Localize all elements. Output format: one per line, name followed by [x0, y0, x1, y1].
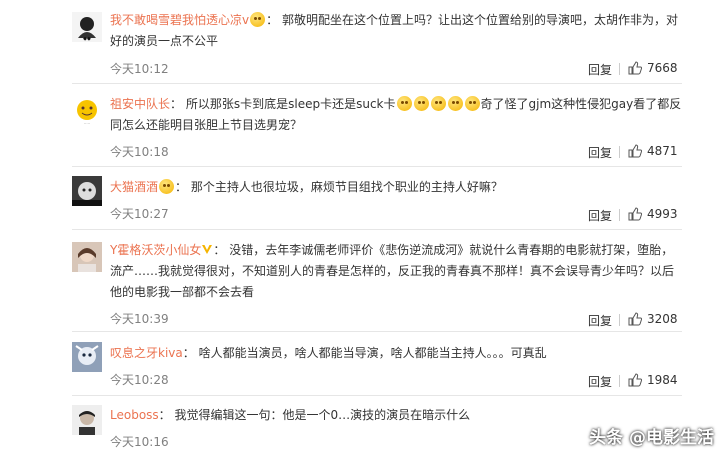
like-button[interactable]: 7668 — [628, 61, 678, 75]
timestamp: 今天10:28 — [110, 373, 169, 387]
watermark: 头条 @电影生活 — [589, 428, 714, 448]
divider — [619, 146, 620, 158]
divider — [619, 63, 620, 75]
separator — [72, 331, 682, 332]
thumbs-up-icon — [628, 207, 642, 221]
username[interactable]: 祖安中队长 — [110, 97, 170, 111]
like-count: 4993 — [647, 207, 678, 221]
reply-button[interactable]: 回复 — [588, 373, 612, 390]
comment-text: 啥人都能当演员，啥人都能当导演，啥人都能当主持人。。。可真乱 — [198, 346, 547, 360]
like-count: 3208 — [647, 312, 678, 326]
emoji-icon — [464, 96, 480, 111]
timestamp: 今天10:39 — [110, 312, 169, 326]
divider — [619, 209, 620, 221]
separator — [72, 166, 682, 167]
emoji-icon — [430, 96, 446, 111]
timestamp: 今天10:18 — [110, 145, 169, 159]
emoji-icon — [413, 96, 429, 111]
avatar[interactable] — [72, 405, 102, 435]
username[interactable]: 我不敢喝雪碧我怕透心凉v — [110, 13, 249, 27]
like-button[interactable]: 3208 — [628, 312, 678, 326]
thumbs-up-icon — [628, 144, 642, 158]
comment-text: 那个主持人也很垃圾，麻烦节目组找个职业的主持人好嘛？ — [190, 180, 503, 194]
emoji-icon — [396, 96, 412, 111]
timestamp: 今天10:16 — [110, 435, 169, 449]
like-count: 1984 — [647, 373, 678, 387]
divider — [619, 314, 620, 326]
username[interactable]: 叹息之牙kiva — [110, 346, 183, 360]
username[interactable]: Leoboss — [110, 408, 159, 422]
avatar[interactable]: ····· — [72, 96, 102, 126]
avatar[interactable] — [72, 176, 102, 206]
avatar[interactable]: ◆◆ — [72, 12, 102, 42]
like-count: 7668 — [647, 61, 678, 75]
timestamp: 今天10:27 — [110, 207, 169, 221]
like-count: 4871 — [647, 144, 678, 158]
svg-text:·····: ····· — [84, 121, 90, 126]
reply-button[interactable]: 回复 — [588, 144, 612, 161]
timestamp: 今天10:12 — [110, 62, 169, 76]
comment-list: ◆◆ 我不敢喝雪碧我怕透心凉v： 郭敬明配坐在这个位置上吗？让出这个位置给别的导… — [0, 0, 728, 458]
reply-button[interactable]: 回复 — [588, 312, 612, 329]
comment-text: 我觉得编辑这一句：他是一个0…演技的演员在暗示什么 — [174, 408, 471, 422]
like-button[interactable]: 1984 — [628, 373, 678, 387]
username[interactable]: 大猫酒酒 — [110, 180, 158, 194]
thumbs-up-icon — [628, 61, 642, 75]
verified-icon — [202, 245, 213, 254]
emoji-icon — [250, 12, 266, 27]
avatar[interactable] — [72, 242, 102, 272]
separator — [72, 83, 682, 84]
username[interactable]: Y霍格沃茨小仙女 — [110, 243, 201, 257]
reply-button[interactable]: 回复 — [588, 207, 612, 224]
reply-button[interactable]: 回复 — [588, 61, 612, 78]
svg-text:◆◆: ◆◆ — [83, 36, 91, 42]
separator — [72, 395, 682, 396]
separator — [72, 229, 682, 230]
emoji-icon — [159, 179, 175, 194]
thumbs-up-icon — [628, 373, 642, 387]
divider — [619, 375, 620, 387]
avatar[interactable] — [72, 342, 102, 372]
like-button[interactable]: 4871 — [628, 144, 678, 158]
thumbs-up-icon — [628, 312, 642, 326]
like-button[interactable]: 4993 — [628, 207, 678, 221]
comment-text: 所以那张s卡到底是sleep卡还是suck卡 — [185, 97, 396, 111]
emoji-icon — [447, 96, 463, 111]
